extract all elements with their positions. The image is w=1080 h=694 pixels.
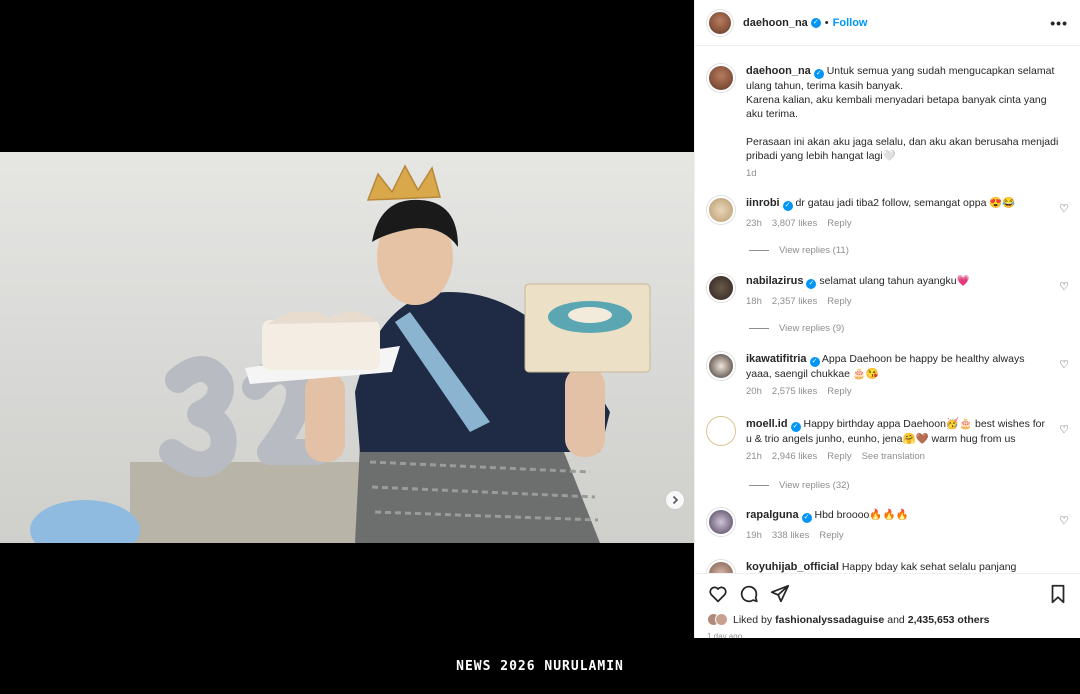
avatar[interactable] [707, 64, 735, 92]
post-photo[interactable] [0, 152, 694, 543]
comment-time: 23h [746, 218, 762, 229]
comment-likes[interactable]: 2,357 likes [772, 295, 817, 309]
verified-badge-icon: ✓ [801, 513, 812, 523]
separator-dot: • [824, 16, 829, 29]
verified-badge-icon: ✓ [809, 357, 820, 367]
share-send-icon[interactable] [769, 583, 791, 605]
heart-icon[interactable]: ♡ [1059, 514, 1069, 527]
likes-summary: Liked by fashionalyssadaguise and 2,435,… [707, 613, 990, 626]
verified-badge-icon: ✓ [790, 422, 801, 432]
footer-text: NEWS 2026 NURULAMIN [456, 658, 624, 674]
post-actions-bar [695, 573, 1080, 613]
caption-username[interactable]: daehoon_na [746, 65, 811, 77]
avatar[interactable] [707, 9, 733, 36]
comment-item: moell.id ✓ Happy birthday appa Daehoon🥳🎂 … [707, 417, 1069, 464]
more-options-icon[interactable]: ••• [1050, 15, 1068, 31]
comment-text: Hbd broooo🔥🔥🔥 [814, 509, 909, 521]
view-replies-label: View replies (32) [779, 480, 850, 491]
comment-likes[interactable]: 3,807 likes [772, 217, 817, 231]
verified-badge-icon: ✓ [782, 201, 793, 211]
comment-likes[interactable]: 2,575 likes [772, 385, 817, 399]
heart-icon[interactable]: ♡ [1059, 280, 1069, 293]
cream-cake [262, 320, 380, 370]
caption-text-3: Perasaan ini akan aku jaga selalu, dan a… [746, 136, 1059, 162]
number-balloons [159, 356, 331, 478]
comment-icon[interactable] [738, 583, 760, 605]
likes-prefix: Liked by [733, 613, 773, 626]
comment-time: 19h [746, 530, 762, 541]
comment-item: koyuhijab_official Happy bday kak sehat … [707, 560, 1069, 573]
blue-balloon [30, 500, 140, 543]
verified-badge-icon: ✓ [810, 17, 821, 28]
view-replies-label: View replies (9) [779, 323, 845, 334]
heart-icon[interactable]: ♡ [1059, 358, 1069, 371]
comment-item: nabilazirus ✓ selamat ulang tahun ayangku… [707, 274, 1069, 309]
avatar[interactable] [707, 508, 735, 536]
bookmark-icon[interactable] [1047, 583, 1069, 605]
comment-likes[interactable]: 338 likes [772, 529, 810, 543]
reply-button[interactable]: Reply [827, 385, 851, 399]
post-media [0, 0, 694, 694]
next-slide-button[interactable] [665, 490, 685, 510]
couch [130, 462, 370, 543]
view-replies-label: View replies (11) [779, 245, 849, 256]
birthday-photo [30, 164, 651, 543]
comment-text: Happy bday kak sehat selalu panjang [841, 561, 1017, 573]
view-replies-button[interactable]: View replies (32) [749, 480, 850, 491]
comments-list[interactable]: daehoon_na ✓ Untuk semua yang sudah mengu… [695, 47, 1080, 573]
comment-username[interactable]: nabilazirus [746, 275, 803, 287]
post-caption: daehoon_na ✓ Untuk semua yang sudah mengu… [707, 64, 1069, 181]
view-replies-button[interactable]: View replies (11) [749, 245, 849, 256]
liked-by-user[interactable]: fashionalyssadaguise [775, 614, 884, 626]
caption-text-2: Karena kalian, aku kembali menyadari bet… [746, 94, 1047, 120]
comment-time: 20h [746, 386, 762, 397]
view-replies-button[interactable]: View replies (9) [749, 323, 844, 334]
comment-username[interactable]: iinrobi [746, 197, 780, 209]
reply-button[interactable]: Reply [827, 295, 851, 309]
avatar[interactable] [707, 274, 735, 302]
chevron-right-icon [672, 495, 679, 505]
watermark-footer: NEWS 2026 NURULAMIN [0, 638, 1080, 694]
avatar[interactable] [707, 196, 735, 224]
comment-username[interactable]: rapalguna [746, 509, 799, 521]
reply-button[interactable]: Reply [819, 529, 843, 543]
reply-button[interactable]: Reply [827, 450, 851, 464]
caption-time: 1d [746, 168, 757, 179]
heart-icon[interactable]: ♡ [1059, 423, 1069, 436]
likes-middle: and [887, 613, 905, 626]
comment-item: rapalguna ✓ Hbd broooo🔥🔥🔥 19h 338 likes Rep… [707, 508, 1069, 543]
avatar[interactable] [707, 352, 735, 380]
comment-username[interactable]: koyuhijab_official [746, 561, 839, 573]
heart-icon[interactable]: ♡ [1059, 202, 1069, 215]
likes-count[interactable]: 2,435,653 others [908, 614, 990, 626]
verified-badge-icon: ✓ [813, 69, 824, 79]
comment-likes[interactable]: 2,946 likes [772, 450, 817, 464]
comment-text: Happy birthday appa Daehoon🥳🎂 best wishe… [746, 418, 1046, 445]
comment-username[interactable]: ikawatifitria [746, 353, 807, 365]
comment-text: selamat ulang tahun ayangku💗 [819, 275, 970, 287]
reply-button[interactable]: Reply [827, 217, 851, 231]
liker-avatar [715, 613, 728, 626]
comment-item: ikawatifitria ✓ Appa Daehoon be happy be … [707, 352, 1069, 399]
crown [366, 164, 441, 201]
follow-button[interactable]: Follow [833, 17, 868, 29]
avatar[interactable] [707, 417, 735, 445]
post-header: daehoon_na ✓ • Follow ••• [695, 0, 1080, 46]
like-heart-icon[interactable] [707, 583, 729, 605]
avatar[interactable] [707, 560, 735, 573]
caption-body: daehoon_na ✓ Untuk semua yang sudah mengu… [746, 64, 1066, 181]
comment-username[interactable]: moell.id [746, 418, 788, 430]
post-side-panel: daehoon_na ✓ • Follow ••• daehoon_na ✓ Un… [694, 0, 1080, 641]
post-username[interactable]: daehoon_na [743, 17, 808, 29]
comment-text: dr gatau jadi tiba2 follow, semangat opp… [795, 197, 1016, 209]
comment-item: iinrobi ✓ dr gatau jadi tiba2 follow, sem… [707, 196, 1069, 231]
see-translation-button[interactable]: See translation [862, 450, 925, 464]
verified-badge-icon: ✓ [806, 279, 817, 289]
comment-time: 18h [746, 296, 762, 307]
comment-time: 21h [746, 451, 762, 462]
